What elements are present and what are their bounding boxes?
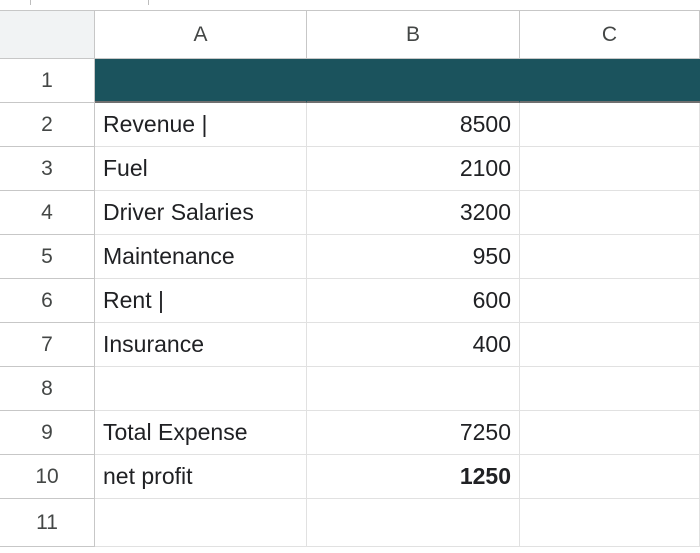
cell-b9[interactable]: 7250 <box>307 411 520 455</box>
row-header[interactable]: 6 <box>0 279 95 323</box>
cell-b1[interactable] <box>307 59 520 103</box>
cell-a2[interactable]: Revenue | <box>95 103 307 147</box>
cell-b8[interactable] <box>307 367 520 411</box>
cell-c4[interactable] <box>520 191 700 235</box>
cell-a3[interactable]: Fuel <box>95 147 307 191</box>
cell-c9[interactable] <box>520 411 700 455</box>
toolbar-divider <box>148 0 149 5</box>
row-header[interactable]: 9 <box>0 411 95 455</box>
cell-c5[interactable] <box>520 235 700 279</box>
select-all-corner[interactable] <box>0 11 95 59</box>
row-header[interactable]: 4 <box>0 191 95 235</box>
cell-a1[interactable] <box>95 59 307 103</box>
cell-a11[interactable] <box>95 499 307 547</box>
column-header-a[interactable]: A <box>95 11 307 59</box>
cell-c11[interactable] <box>520 499 700 547</box>
cell-c7[interactable] <box>520 323 700 367</box>
cell-c2[interactable] <box>520 103 700 147</box>
row-header[interactable]: 2 <box>0 103 95 147</box>
row-header[interactable]: 10 <box>0 455 95 499</box>
toolbar-divider <box>30 0 31 5</box>
cell-c1[interactable] <box>520 59 700 103</box>
cell-b4[interactable]: 3200 <box>307 191 520 235</box>
cell-a10[interactable]: net profit <box>95 455 307 499</box>
cell-a9[interactable]: Total Expense <box>95 411 307 455</box>
cell-b3[interactable]: 2100 <box>307 147 520 191</box>
cell-b6[interactable]: 600 <box>307 279 520 323</box>
sheet-grid: A B C 1 2 Revenue | 8500 3 Fuel 2100 4 D… <box>0 11 700 547</box>
cell-c6[interactable] <box>520 279 700 323</box>
cell-b5[interactable]: 950 <box>307 235 520 279</box>
row-header[interactable]: 8 <box>0 367 95 411</box>
cell-b11[interactable] <box>307 499 520 547</box>
row-header[interactable]: 1 <box>0 59 95 103</box>
cell-c10[interactable] <box>520 455 700 499</box>
column-header-b[interactable]: B <box>307 11 520 59</box>
cell-a8[interactable] <box>95 367 307 411</box>
cell-a5[interactable]: Maintenance <box>95 235 307 279</box>
row-header[interactable]: 3 <box>0 147 95 191</box>
row-header[interactable]: 11 <box>0 499 95 547</box>
cell-c8[interactable] <box>520 367 700 411</box>
spreadsheet: A B C 1 2 Revenue | 8500 3 Fuel 2100 4 D… <box>0 0 700 553</box>
cell-b7[interactable]: 400 <box>307 323 520 367</box>
cell-a7[interactable]: Insurance <box>95 323 307 367</box>
cell-b10[interactable]: 1250 <box>307 455 520 499</box>
row-header[interactable]: 7 <box>0 323 95 367</box>
column-header-c[interactable]: C <box>520 11 700 59</box>
cell-b2[interactable]: 8500 <box>307 103 520 147</box>
cell-a4[interactable]: Driver Salaries <box>95 191 307 235</box>
toolbar-edge <box>0 0 700 11</box>
cell-a6[interactable]: Rent | <box>95 279 307 323</box>
row-header[interactable]: 5 <box>0 235 95 279</box>
cell-c3[interactable] <box>520 147 700 191</box>
